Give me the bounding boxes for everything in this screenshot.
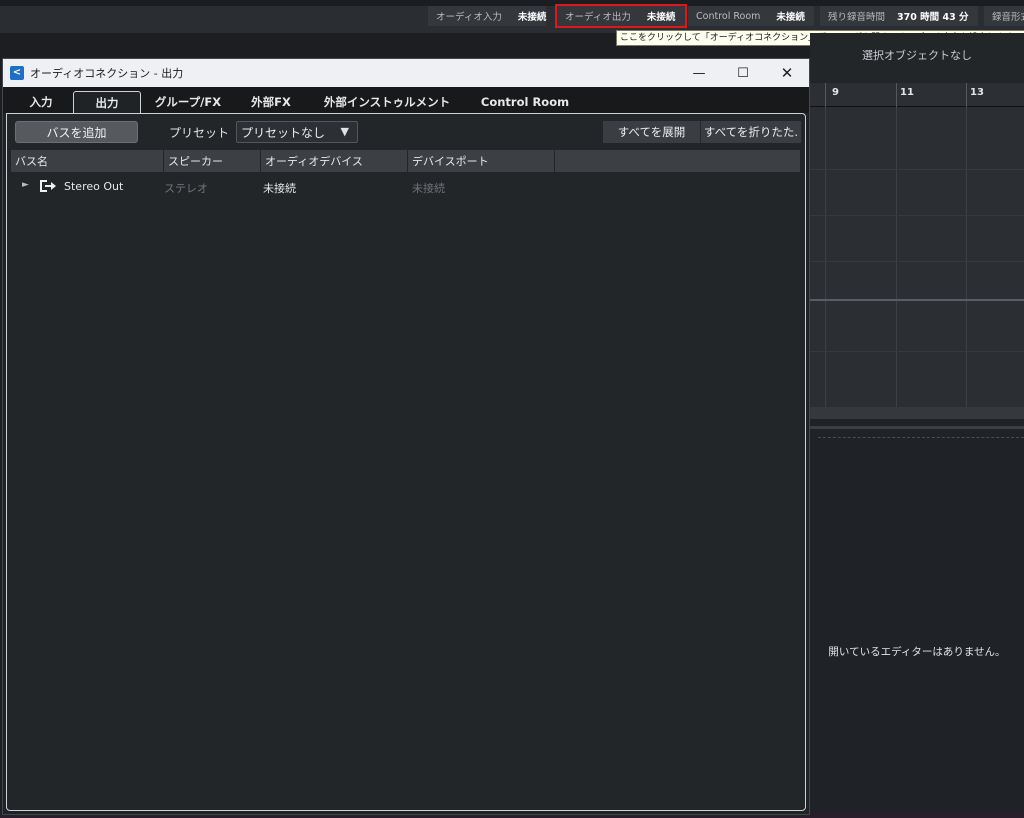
cubase-app-icon: < (10, 66, 24, 80)
record-format-label: 録音形式 (992, 12, 1024, 23)
tab-input[interactable]: 入力 (13, 91, 69, 113)
control-room-label: Control Room (696, 10, 761, 22)
grid-line (810, 351, 1024, 352)
grid-line (810, 215, 1024, 216)
selection-info: 選択オブジェクトなし (862, 49, 972, 62)
preset-dropdown[interactable]: プリセットなし ▼ (236, 121, 358, 143)
column-header-speaker[interactable]: スピーカー (164, 150, 260, 172)
no-editor-message: 開いているエディターはありません。 (828, 646, 1006, 658)
grid-line (810, 261, 1024, 262)
tab-group-fx[interactable]: グループ/FX (146, 91, 230, 113)
ruler-line (896, 83, 897, 107)
audio-input-label: オーディオ入力 (436, 12, 502, 23)
grid-line (966, 107, 967, 407)
dialog-titlebar[interactable]: < オーディオコネクション - 出力 — ☐ ✕ (3, 59, 809, 87)
control-room-value: 未接続 (776, 12, 805, 23)
expand-all-button[interactable]: すべてを展開 (603, 121, 701, 143)
bus-row-stereo-out[interactable]: ► Stereo Out ステレオ 未接続 未接続 (7, 176, 805, 198)
ruler-line (966, 83, 967, 107)
tab-external-fx[interactable]: 外部FX (241, 91, 301, 113)
timeline-ruler[interactable]: 9 11 13 (810, 83, 1024, 107)
control-room-status[interactable]: Control Room 未接続 (688, 6, 814, 26)
dropdown-arrow-icon: ▼ (340, 125, 349, 138)
ruler-line (825, 83, 826, 107)
lower-zone-divider[interactable] (810, 426, 1024, 429)
column-header-device-port[interactable]: デバイスポート (408, 150, 554, 172)
ruler-tick-11: 11 (900, 87, 914, 98)
dialog-title: オーディオコネクション - 出力 (30, 67, 184, 80)
collapse-all-button[interactable]: すべてを折りたた. (701, 121, 801, 143)
record-format-status[interactable]: 録音形式 (984, 6, 1024, 26)
tab-bar: 入力 出力 グループ/FX 外部FX 外部インストゥルメント Control R… (3, 87, 809, 113)
tab-control-room[interactable]: Control Room (475, 91, 575, 113)
lower-zone-dashed-line (818, 437, 1024, 438)
audio-output-value: 未接続 (646, 12, 676, 23)
minimize-button[interactable]: — (677, 59, 721, 87)
audio-output-label: オーディオ出力 (565, 12, 631, 23)
audio-device-cell[interactable]: 未接続 (263, 180, 296, 196)
tab-external-instruments[interactable]: 外部インストゥルメント (323, 91, 451, 113)
preset-label: プリセット (169, 126, 230, 140)
horizontal-scrollbar[interactable] (810, 407, 1024, 419)
close-button[interactable]: ✕ (765, 59, 809, 87)
remaining-record-time-label: 残り録音時間 (828, 12, 886, 23)
audio-output-status[interactable]: オーディオ出力 未接続 (555, 4, 687, 28)
remaining-record-time-value: 370 時間 43 分 (897, 12, 969, 23)
column-header-bus-name[interactable]: バス名 (11, 150, 163, 172)
audio-input-value: 未接続 (517, 12, 547, 23)
device-port-cell[interactable]: 未接続 (412, 180, 445, 196)
preset-value: プリセットなし (241, 125, 326, 140)
grid-line (896, 107, 897, 407)
maximize-button[interactable]: ☐ (721, 59, 765, 87)
audio-input-status[interactable]: オーディオ入力 未接続 (428, 6, 546, 26)
event-display-grid[interactable] (810, 107, 1024, 407)
transport-status-bar: オーディオ入力 未接続 オーディオ出力 未接続 Control Room 未接続… (0, 0, 1024, 33)
grid-separator (810, 299, 1024, 301)
remaining-record-time-status[interactable]: 残り録音時間 370 時間 43 分 (820, 6, 978, 26)
grid-line (825, 107, 826, 407)
bus-name-cell[interactable]: Stereo Out (64, 180, 123, 193)
output-connections-panel: バスを追加 プリセット プリセットなし ▼ すべてを展開 すべてを折りたた. バ… (6, 113, 806, 811)
ruler-tick-9: 9 (832, 87, 839, 98)
expand-arrow-icon[interactable]: ► (22, 180, 29, 190)
speaker-cell[interactable]: ステレオ (164, 180, 208, 196)
column-header-audio-device[interactable]: オーディオデバイス (261, 150, 407, 172)
ruler-tick-13: 13 (970, 87, 984, 98)
audio-connections-dialog: < オーディオコネクション - 出力 — ☐ ✕ 入力 出力 グループ/FX 外… (2, 58, 810, 815)
add-bus-button[interactable]: バスを追加 (15, 121, 138, 143)
tab-output[interactable]: 出力 (73, 91, 141, 113)
grid-line (810, 169, 1024, 170)
column-header-extra[interactable] (555, 150, 800, 172)
output-bus-icon (40, 180, 56, 192)
